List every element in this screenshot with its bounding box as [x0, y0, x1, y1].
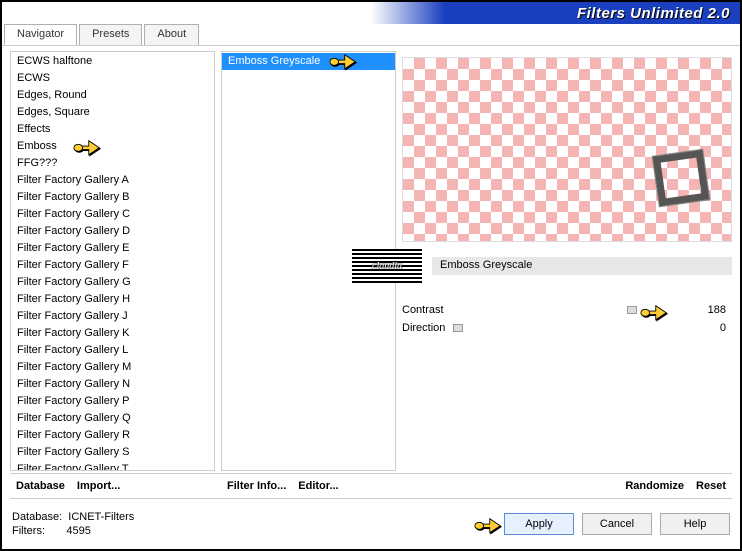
list-item[interactable]: Edges, Round [11, 87, 214, 104]
list-item[interactable]: Filter Factory Gallery H [11, 291, 214, 308]
preview-area [402, 57, 732, 242]
list-item[interactable]: FFG??? [11, 155, 214, 172]
divider [10, 498, 732, 499]
randomize-button[interactable]: Randomize [619, 476, 690, 496]
list-item[interactable]: ECWS halftone [11, 53, 214, 70]
filter-name-display: Emboss Greyscale [432, 257, 732, 275]
app-title: Filters Unlimited 2.0 [577, 5, 730, 22]
db-label: Database: [12, 511, 62, 523]
list-item[interactable]: Filter Factory Gallery L [11, 342, 214, 359]
list-item[interactable]: Filter Factory Gallery N [11, 376, 214, 393]
preview-shape [653, 150, 709, 206]
tab-strip: Navigator Presets About [2, 24, 740, 46]
slider-value: 0 [696, 322, 726, 334]
tab-about[interactable]: About [144, 24, 199, 45]
list-item[interactable]: Filter Factory Gallery C [11, 206, 214, 223]
list-item[interactable]: Filter Factory Gallery D [11, 223, 214, 240]
list-item[interactable]: Filter Factory Gallery J [11, 308, 214, 325]
help-button[interactable]: Help [660, 513, 730, 535]
slider-value: 188 [696, 304, 726, 316]
filters-label: Filters: [12, 525, 45, 537]
list-item[interactable]: Filter Factory Gallery G [11, 274, 214, 291]
list-item[interactable]: Filter Factory Gallery M [11, 359, 214, 376]
list-item[interactable]: Emboss Greyscale [222, 53, 395, 70]
list-item[interactable]: Filter Factory Gallery F [11, 257, 214, 274]
reset-button[interactable]: Reset [690, 476, 732, 496]
filter-info-button[interactable]: Filter Info... [221, 476, 292, 496]
editor-button[interactable]: Editor... [292, 476, 344, 496]
category-listbox[interactable]: ECWS halftoneECWSEdges, RoundEdges, Squa… [10, 51, 215, 471]
list-item[interactable]: Edges, Square [11, 104, 214, 121]
cancel-button[interactable]: Cancel [582, 513, 652, 535]
slider-direction[interactable]: Direction 0 [402, 322, 726, 334]
list-item[interactable]: Emboss [11, 138, 214, 155]
slider-thumb[interactable] [453, 324, 463, 332]
apply-button[interactable]: Apply [504, 513, 574, 535]
status-info: Database: ICNET-Filters Filters: 4595 [12, 510, 134, 538]
list-item[interactable]: ECWS [11, 70, 214, 87]
import-button[interactable]: Import... [71, 476, 126, 496]
slider-label: Direction [402, 322, 445, 334]
database-button[interactable]: Database [10, 476, 71, 496]
filters-value: 4595 [66, 525, 90, 537]
slider-contrast[interactable]: Contrast 188 [402, 304, 726, 316]
list-item[interactable]: Filter Factory Gallery P [11, 393, 214, 410]
tab-navigator[interactable]: Navigator [4, 24, 77, 45]
list-item[interactable]: Filter Factory Gallery T [11, 461, 214, 471]
db-value: ICNET-Filters [68, 511, 134, 523]
title-bar: Filters Unlimited 2.0 [2, 2, 740, 24]
list-item[interactable]: Filter Factory Gallery E [11, 240, 214, 257]
list-item[interactable]: Effects [11, 121, 214, 138]
tab-presets[interactable]: Presets [79, 24, 142, 45]
slider-label: Contrast [402, 304, 444, 316]
divider [10, 473, 732, 474]
list-item[interactable]: Filter Factory Gallery S [11, 444, 214, 461]
list-item[interactable]: Filter Factory Gallery K [11, 325, 214, 342]
brand-logo: claudia [352, 249, 422, 283]
slider-thumb[interactable] [627, 306, 637, 314]
pointer-icon [474, 513, 502, 535]
list-item[interactable]: Filter Factory Gallery A [11, 172, 214, 189]
list-item[interactable]: Filter Factory Gallery R [11, 427, 214, 444]
list-item[interactable]: Filter Factory Gallery B [11, 189, 214, 206]
list-item[interactable]: Filter Factory Gallery Q [11, 410, 214, 427]
